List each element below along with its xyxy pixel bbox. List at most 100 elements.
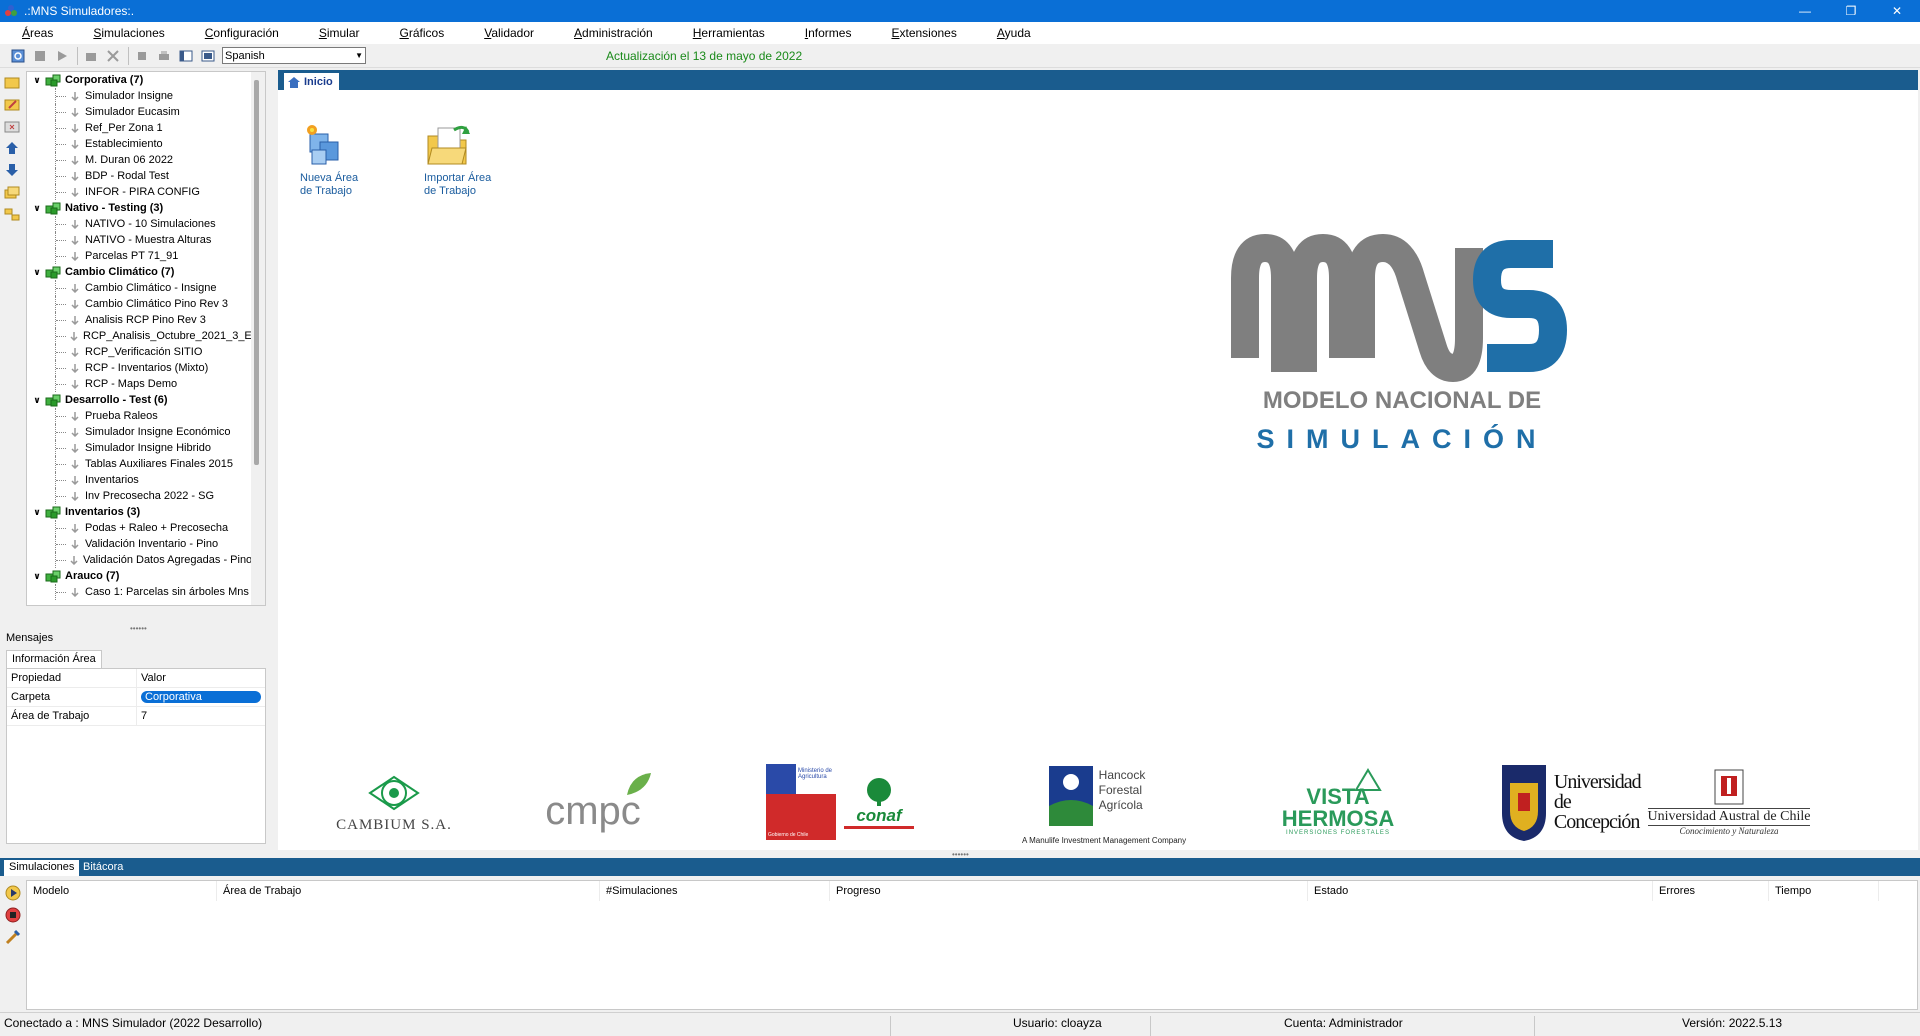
- menu-configuracion[interactable]: Configuración: [205, 26, 279, 40]
- tree-item[interactable]: INFOR - PIRA CONFIG: [27, 184, 251, 200]
- close-button[interactable]: ✕: [1874, 0, 1920, 22]
- tree-item[interactable]: Establecimiento: [27, 136, 251, 152]
- menu-simular[interactable]: Simular: [319, 26, 360, 40]
- menu-extensiones[interactable]: Extensiones: [891, 26, 956, 40]
- property-value[interactable]: Corporativa: [137, 688, 265, 707]
- tree-folder[interactable]: ∨ Arauco (7): [27, 568, 251, 584]
- tree-item[interactable]: Simulador Insigne Hibrido: [27, 440, 251, 456]
- tree-item[interactable]: Simulador Insigne Económico: [27, 424, 251, 440]
- menu-areas[interactable]: Áreas: [22, 26, 53, 40]
- tools-icon[interactable]: [103, 46, 123, 66]
- tree-item[interactable]: M. Duran 06 2022: [27, 152, 251, 168]
- tree-item[interactable]: RCP - Maps Demo: [27, 376, 251, 392]
- tree-item[interactable]: Cambio Climático - Insigne: [27, 280, 251, 296]
- tree-item[interactable]: Tablas Auxiliares Finales 2015: [27, 456, 251, 472]
- tree-folder[interactable]: ∨ Inventarios (3): [27, 504, 251, 520]
- tree-item[interactable]: RCP_Analisis_Octubre_2021_3_Er: [27, 328, 251, 344]
- tree-item[interactable]: Analisis RCP Pino Rev 3: [27, 312, 251, 328]
- stop-simulation-icon[interactable]: [4, 906, 22, 924]
- tree-item[interactable]: Caso 1: Parcelas sin árboles Mns: [27, 584, 251, 600]
- col-modelo[interactable]: Modelo: [27, 881, 217, 901]
- stack-icon[interactable]: [81, 46, 101, 66]
- minimize-button[interactable]: —: [1782, 0, 1828, 22]
- tree-folder-label: Nativo - Testing (3): [65, 202, 164, 214]
- run-simulation-icon[interactable]: [4, 884, 22, 902]
- tree-folder[interactable]: ∨ Desarrollo - Test (6): [27, 392, 251, 408]
- simulator-icon: [69, 154, 81, 166]
- tree-item[interactable]: BDP - Rodal Test: [27, 168, 251, 184]
- menu-simulaciones[interactable]: Simulaciones: [93, 26, 164, 40]
- nueva-area-button[interactable]: Nueva Área de Trabajo: [300, 120, 390, 198]
- col-simulaciones[interactable]: #Simulaciones: [600, 881, 830, 901]
- panel-full-icon[interactable]: [198, 46, 218, 66]
- tab-inicio[interactable]: Inicio: [284, 73, 339, 90]
- menu-informes[interactable]: Informes: [805, 26, 852, 40]
- move-up-icon[interactable]: [2, 138, 22, 158]
- folder-copy-icon[interactable]: [2, 182, 22, 202]
- logo-hancock: Hancock Forestal Agrícola A Manulife Inv…: [1022, 766, 1187, 845]
- tab-bitacora[interactable]: Bitácora: [78, 860, 128, 876]
- col-estado[interactable]: Estado: [1308, 881, 1653, 901]
- folder-tree-icon[interactable]: [2, 204, 22, 224]
- play-icon[interactable]: [52, 46, 72, 66]
- col-tiempo[interactable]: Tiempo: [1769, 881, 1879, 901]
- tree-folder[interactable]: ∨ Corporativa (7): [27, 72, 251, 88]
- tree-item[interactable]: Simulador Eucasim: [27, 104, 251, 120]
- refresh-icon[interactable]: [8, 46, 28, 66]
- tree-item[interactable]: NATIVO - Muestra Alturas: [27, 232, 251, 248]
- language-select[interactable]: Spanish ▼: [222, 47, 366, 64]
- move-down-icon[interactable]: [2, 160, 22, 180]
- tree-item[interactable]: Validación Inventario - Pino: [27, 536, 251, 552]
- col-progreso[interactable]: Progreso: [830, 881, 1308, 901]
- col-area-trabajo[interactable]: Área de Trabajo: [217, 881, 600, 901]
- back-icon[interactable]: [30, 46, 50, 66]
- chevron-down-icon[interactable]: ∨: [31, 75, 43, 86]
- menu-validador[interactable]: Validador: [484, 26, 534, 40]
- tree-scrollbar[interactable]: [251, 72, 265, 605]
- chevron-down-icon[interactable]: ∨: [31, 507, 43, 518]
- tree-item[interactable]: Validación Datos Agregadas - Pino: [27, 552, 251, 568]
- tree-item[interactable]: Podas + Raleo + Precosecha: [27, 520, 251, 536]
- stop-icon[interactable]: [132, 46, 152, 66]
- chevron-down-icon[interactable]: ∨: [31, 395, 43, 406]
- importar-area-button[interactable]: Importar Área de Trabajo: [424, 120, 514, 198]
- property-row[interactable]: Carpeta Corporativa: [7, 687, 265, 707]
- folder-new-icon[interactable]: [2, 72, 22, 92]
- chevron-down-icon: ▼: [355, 51, 363, 60]
- tree-item[interactable]: Inventarios: [27, 472, 251, 488]
- tree-folder[interactable]: ∨ Cambio Climático (7): [27, 264, 251, 280]
- tree-item[interactable]: Ref_Per Zona 1: [27, 120, 251, 136]
- tree-item[interactable]: Parcelas PT 71_91: [27, 248, 251, 264]
- tree-item[interactable]: RCP_Verificación SITIO: [27, 344, 251, 360]
- chevron-down-icon[interactable]: ∨: [31, 571, 43, 582]
- chevron-down-icon[interactable]: ∨: [31, 267, 43, 278]
- tab-informacion-area[interactable]: Información Área: [6, 650, 102, 668]
- logo-cambium: CAMBIUM S.A.: [324, 760, 464, 844]
- splitter-handle[interactable]: ••••••: [130, 624, 147, 633]
- print-icon[interactable]: [154, 46, 174, 66]
- folder-edit-icon[interactable]: [2, 94, 22, 114]
- col-errores[interactable]: Errores: [1653, 881, 1769, 901]
- property-row[interactable]: Área de Trabajo 7: [7, 706, 265, 726]
- maximize-button[interactable]: ❐: [1828, 0, 1874, 22]
- tree-item-label: Analisis RCP Pino Rev 3: [85, 314, 206, 326]
- tree-item[interactable]: Prueba Raleos: [27, 408, 251, 424]
- property-value[interactable]: 7: [137, 707, 265, 726]
- panel-left-icon[interactable]: [176, 46, 196, 66]
- menu-graficos[interactable]: Gráficos: [400, 26, 445, 40]
- tab-simulaciones[interactable]: Simulaciones: [4, 860, 80, 876]
- clear-icon[interactable]: [4, 928, 22, 946]
- menu-administracion[interactable]: Administración: [574, 26, 653, 40]
- menu-ayuda[interactable]: Ayuda: [997, 26, 1031, 40]
- tree-item[interactable]: RCP - Inventarios (Mixto): [27, 360, 251, 376]
- tree-folder[interactable]: ∨ Nativo - Testing (3): [27, 200, 251, 216]
- folder-delete-icon[interactable]: [2, 116, 22, 136]
- tree-item[interactable]: Cambio Climático Pino Rev 3: [27, 296, 251, 312]
- scrollbar-thumb[interactable]: [254, 80, 259, 465]
- tree-item[interactable]: NATIVO - 10 Simulaciones: [27, 216, 251, 232]
- menu-herramientas[interactable]: Herramientas: [693, 26, 765, 40]
- chevron-down-icon[interactable]: ∨: [31, 203, 43, 214]
- tree-item[interactable]: Simulador Insigne: [27, 88, 251, 104]
- simulator-icon: [69, 330, 79, 342]
- tree-item[interactable]: Inv Precosecha 2022 - SG: [27, 488, 251, 504]
